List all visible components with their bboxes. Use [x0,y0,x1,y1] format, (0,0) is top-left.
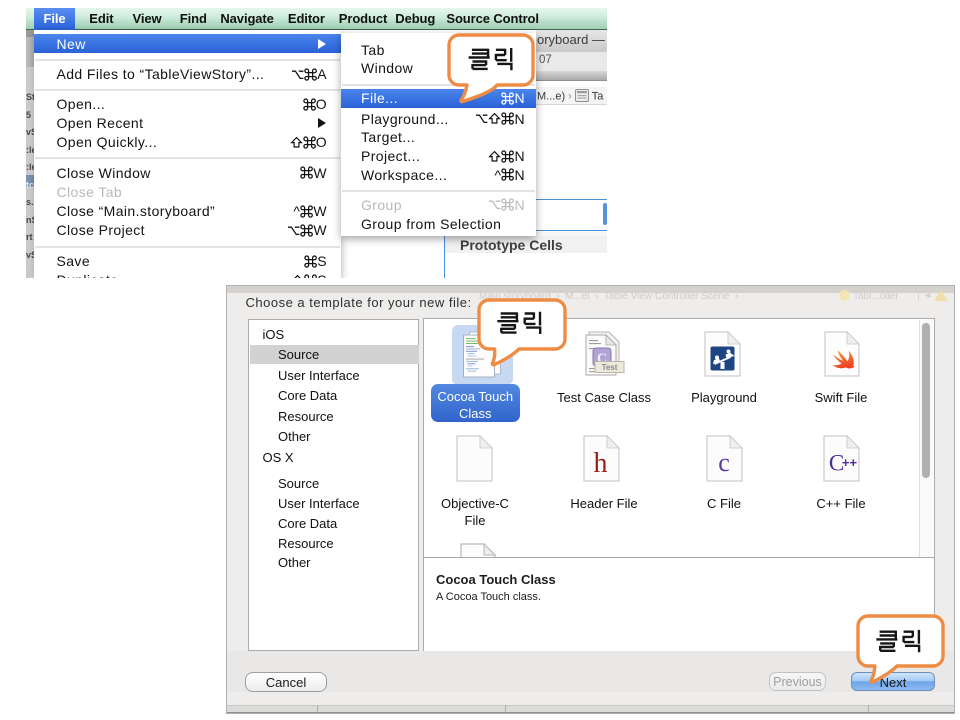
svg-text:Test: Test [602,363,618,372]
svg-text:++: ++ [842,455,858,470]
svg-text:c: c [718,448,730,477]
svg-text:h: h [594,448,608,479]
